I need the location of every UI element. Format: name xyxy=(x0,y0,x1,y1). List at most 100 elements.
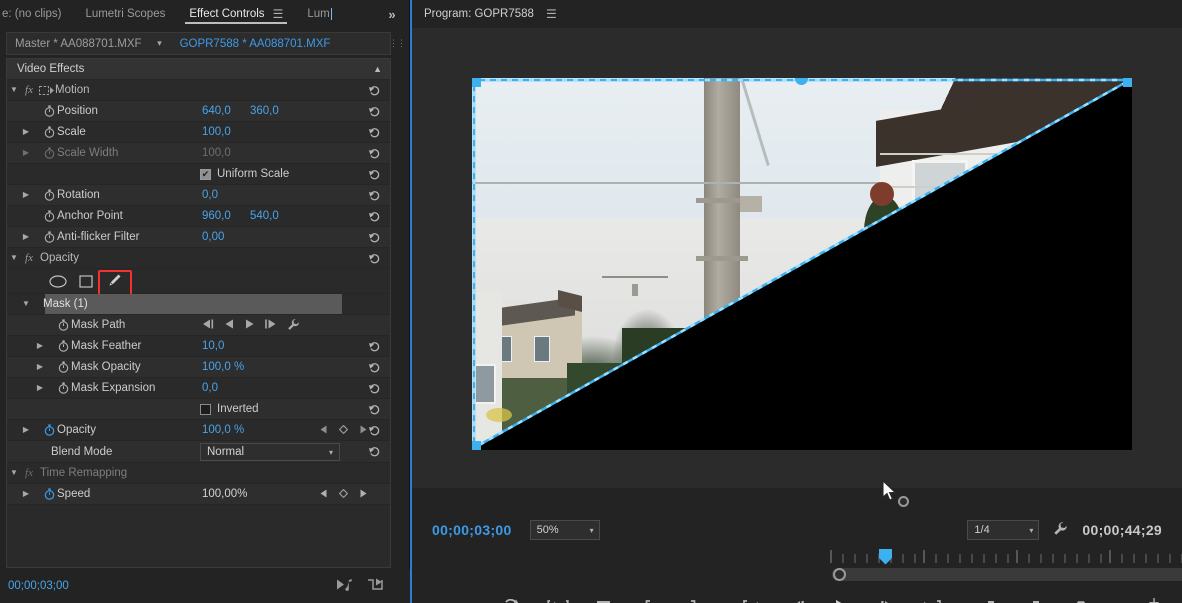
wrench-settings-icon[interactable] xyxy=(1053,521,1068,539)
twirl-down-icon[interactable]: ▼ xyxy=(7,469,21,477)
reset-button[interactable] xyxy=(366,145,382,161)
property-row-speed[interactable]: ▶ Speed 100,00% xyxy=(7,484,390,505)
reset-button[interactable] xyxy=(366,166,382,182)
playhead-marker[interactable] xyxy=(878,549,893,565)
stopwatch-icon-active[interactable] xyxy=(41,484,57,505)
chevron-down-icon[interactable]: ▾ xyxy=(149,32,170,55)
reset-button[interactable] xyxy=(366,229,382,245)
stopwatch-icon[interactable] xyxy=(55,315,71,336)
go-to-previous-keyframe-icon[interactable] xyxy=(320,489,328,500)
play-audio-icon[interactable] xyxy=(336,578,353,594)
property-row-rotation[interactable]: ▶ Rotation 0,0 xyxy=(7,185,390,206)
go-to-out-point-icon[interactable] xyxy=(920,595,944,603)
rotation-value[interactable]: 0,0 xyxy=(202,189,218,201)
panel-timecode[interactable]: 00;00;03;00 xyxy=(8,580,69,592)
property-row-anti-flicker-filter[interactable]: ▶ Anti-flicker Filter 0,00 xyxy=(7,227,390,248)
duration-timecode[interactable]: 00;00;44;29 xyxy=(1082,522,1162,538)
position-y-value[interactable]: 360,0 xyxy=(250,105,279,117)
twirl-right-icon[interactable]: ▶ xyxy=(33,363,47,371)
blend-mode-dropdown[interactable]: Normal ▾ xyxy=(200,443,340,461)
property-row-mask-feather[interactable]: ▶ Mask Feather 10,0 xyxy=(7,336,390,357)
mask-expansion-value[interactable]: 0,0 xyxy=(202,382,218,394)
property-row-scale-width[interactable]: ▶ Scale Width 100,0 xyxy=(7,143,390,164)
add-remove-keyframe-icon[interactable] xyxy=(338,424,349,436)
track-selected-mask-backward-icon[interactable] xyxy=(201,319,215,331)
track-selected-mask-one-frame-backward-icon[interactable] xyxy=(224,319,235,331)
stopwatch-icon[interactable] xyxy=(41,206,57,227)
reset-button[interactable] xyxy=(366,208,382,224)
reset-button[interactable] xyxy=(366,82,382,98)
stopwatch-icon[interactable] xyxy=(41,185,57,206)
tab-overflow-button[interactable]: » xyxy=(381,0,403,28)
play-stop-toggle-icon[interactable] xyxy=(830,595,854,603)
reset-button[interactable] xyxy=(366,401,382,417)
stopwatch-icon[interactable] xyxy=(55,378,71,399)
property-row-anchor-point[interactable]: Anchor Point 960,0 540,0 xyxy=(7,206,390,227)
button-editor-plus-icon[interactable]: + xyxy=(1144,593,1164,603)
anti-flicker-value[interactable]: 0,00 xyxy=(202,231,224,243)
property-row-inverted[interactable]: Inverted xyxy=(7,399,390,420)
go-to-previous-keyframe-icon[interactable] xyxy=(320,425,328,436)
stopwatch-icon[interactable] xyxy=(41,227,57,248)
tab-lumetri-color[interactable]: Lum xyxy=(295,0,343,28)
current-timecode[interactable]: 00;00;03;00 xyxy=(432,522,512,538)
twirl-down-icon[interactable]: ▼ xyxy=(19,300,33,308)
export-frame-to-timeline-icon[interactable] xyxy=(501,595,525,603)
extract-icon[interactable] xyxy=(1024,595,1048,603)
property-row-mask-opacity[interactable]: ▶ Mask Opacity 100,0 % xyxy=(7,357,390,378)
twirl-right-icon[interactable]: ▶ xyxy=(33,384,47,392)
grip-icon[interactable]: ⋮⋮ xyxy=(389,32,406,55)
speed-value[interactable]: 100,00% xyxy=(202,488,247,500)
reset-button[interactable] xyxy=(366,422,382,438)
reset-button[interactable] xyxy=(366,359,382,375)
mark-out-icon[interactable] xyxy=(681,595,705,603)
step-back-one-frame-icon[interactable] xyxy=(785,595,809,603)
property-row-uniform-scale[interactable]: Uniform Scale xyxy=(7,164,390,185)
stopwatch-icon[interactable] xyxy=(55,336,71,357)
twirl-right-icon[interactable]: ▶ xyxy=(19,233,33,241)
effect-row-motion[interactable]: ▼ fx Motion xyxy=(7,80,390,101)
go-to-next-keyframe-icon[interactable] xyxy=(359,489,367,500)
video-frame[interactable] xyxy=(472,78,1132,450)
reset-button[interactable] xyxy=(366,250,382,266)
property-row-mask-1[interactable]: ▼ Mask (1) xyxy=(7,294,390,315)
effect-row-opacity[interactable]: ▼ fx Opacity xyxy=(7,248,390,269)
stopwatch-icon[interactable] xyxy=(41,143,57,164)
collapse-arrow-icon[interactable]: ▲ xyxy=(373,64,382,74)
reset-button[interactable] xyxy=(366,338,382,354)
scale-value[interactable]: 100,0 xyxy=(202,126,231,138)
tab-lumetri-scopes[interactable]: Lumetri Scopes xyxy=(73,0,177,28)
inverted-checkbox[interactable] xyxy=(200,403,211,415)
opacity-value[interactable]: 100,0 % xyxy=(202,424,244,436)
property-row-mask-path[interactable]: Mask Path xyxy=(7,315,390,336)
twirl-right-icon[interactable]: ▶ xyxy=(33,342,47,350)
reset-button[interactable] xyxy=(366,187,382,203)
mask-opacity-value[interactable]: 100,0 % xyxy=(202,361,244,373)
video-effects-section-header[interactable]: Video Effects ▲ xyxy=(7,59,390,80)
reset-button[interactable] xyxy=(366,443,382,459)
scale-width-value[interactable]: 100,0 xyxy=(202,147,231,159)
anchor-y-value[interactable]: 540,0 xyxy=(250,210,279,222)
anchor-x-value[interactable]: 960,0 xyxy=(202,210,231,222)
mark-in-out-shield-icon[interactable] xyxy=(591,595,615,603)
add-marker-icon[interactable] xyxy=(546,595,570,603)
mask-feather-value[interactable]: 10,0 xyxy=(202,340,224,352)
reset-button[interactable] xyxy=(366,103,382,119)
uniform-scale-checkbox[interactable] xyxy=(200,168,211,180)
go-to-in-point-icon[interactable] xyxy=(740,595,764,603)
track-selected-mask-forward-icon[interactable] xyxy=(264,319,278,331)
track-selected-mask-one-frame-forward-icon[interactable] xyxy=(244,319,255,331)
zoom-handle-left[interactable] xyxy=(833,568,846,581)
playback-resolution-dropdown[interactable]: 1/4 ▾ xyxy=(967,520,1040,540)
zoom-level-dropdown[interactable]: 50% ▾ xyxy=(529,520,600,540)
stopwatch-icon[interactable] xyxy=(41,101,57,122)
program-monitor-title[interactable]: Program: GOPR7588 xyxy=(424,8,534,20)
lift-icon[interactable] xyxy=(979,595,1003,603)
twirl-right-icon[interactable]: ▶ xyxy=(19,426,33,434)
step-forward-one-frame-icon[interactable] xyxy=(875,595,899,603)
property-row-position[interactable]: Position 640,0 360,0 xyxy=(7,101,390,122)
effect-row-time-remapping[interactable]: ▼ fx Time Remapping xyxy=(7,463,390,484)
tab-effect-controls[interactable]: Effect Controls ☰ xyxy=(177,0,295,28)
property-row-mask-expansion[interactable]: ▶ Mask Expansion 0,0 xyxy=(7,378,390,399)
tab-source-no-clips[interactable]: e: (no clips) xyxy=(0,0,73,28)
